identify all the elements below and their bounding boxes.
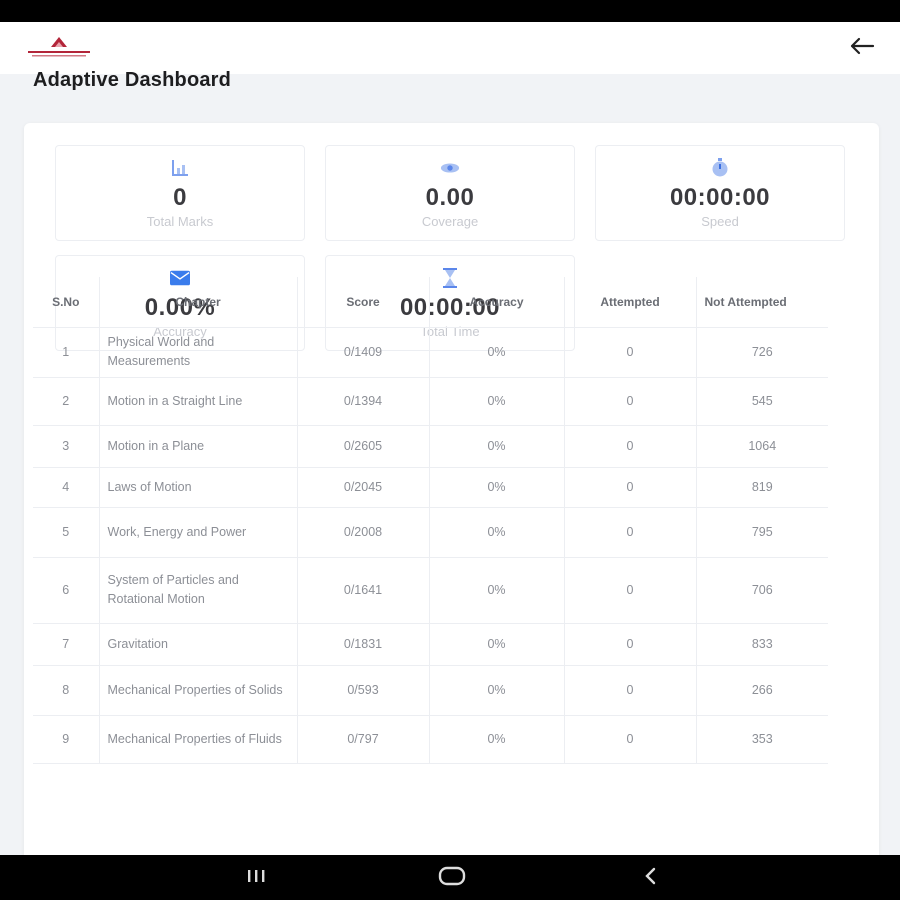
table-row: 9 Mechanical Properties of Fluids 0/797 0% 0… — [33, 715, 828, 764]
cell-chapter: Mechanical Properties of Solids — [99, 665, 298, 716]
stat-label: Total Marks — [146, 214, 214, 229]
stat-coverage: 0.00 Coverage — [325, 145, 575, 241]
home-button[interactable] — [432, 863, 472, 893]
stat-total-marks: 0 Total Marks — [55, 145, 305, 241]
cell-not-attempted: 726 — [696, 327, 828, 378]
table-row: 5 Work, Energy and Power 0/2008 0% 0 795 — [33, 507, 828, 558]
cell-not-attempted: 706 — [696, 557, 828, 624]
cell-accuracy: 0% — [429, 665, 565, 716]
system-back-button[interactable] — [630, 863, 670, 893]
cell-accuracy: 0% — [429, 327, 565, 378]
stat-speed: 00:00:00 Speed — [595, 145, 845, 241]
cell-sno: 6 — [33, 557, 100, 624]
col-sno: S.No — [33, 277, 100, 328]
chapter-table: S.No Chapter Score Accuracy Attempted No… — [33, 277, 828, 764]
cell-sno: 7 — [33, 623, 100, 666]
cell-attempted: 0 — [564, 377, 697, 426]
cell-sno: 4 — [33, 467, 100, 508]
cell-accuracy: 0% — [429, 623, 565, 666]
table-row: 6 System of Particles and Rotational Moti… — [33, 557, 828, 624]
cell-accuracy: 0% — [429, 467, 565, 508]
app-screen: Adaptive Dashboard 0 Total Marks 0.00 Co… — [0, 22, 900, 855]
cell-attempted: 0 — [564, 715, 697, 764]
bar-chart-icon — [170, 158, 190, 178]
cell-accuracy: 0% — [429, 557, 565, 624]
table-header-row: S.No Chapter Score Accuracy Attempted No… — [33, 277, 828, 328]
eye-icon — [440, 158, 460, 178]
back-button[interactable] — [846, 34, 878, 62]
table-row: 1 Physical World and Measurements 0/1409 0%… — [33, 327, 828, 378]
cell-score: 0/2008 — [297, 507, 430, 558]
cell-score: 0/1409 — [297, 327, 430, 378]
cell-accuracy: 0% — [429, 425, 565, 468]
cell-chapter: Mechanical Properties of Fluids — [99, 715, 298, 764]
cell-sno: 1 — [33, 327, 100, 378]
cell-score: 0/1831 — [297, 623, 430, 666]
android-nav-bar — [0, 855, 900, 900]
back-chevron-icon — [642, 866, 658, 891]
stat-value: 0.00 — [425, 184, 475, 211]
cell-score: 0/2605 — [297, 425, 430, 468]
cell-not-attempted: 819 — [696, 467, 828, 508]
cell-score: 0/593 — [297, 665, 430, 716]
status-bar — [0, 0, 900, 22]
cell-chapter: Motion in a Plane — [99, 425, 298, 468]
cell-sno: 3 — [33, 425, 100, 468]
cell-attempted: 0 — [564, 467, 697, 508]
cell-not-attempted: 545 — [696, 377, 828, 426]
cell-sno: 2 — [33, 377, 100, 426]
cell-not-attempted: 266 — [696, 665, 828, 716]
cell-attempted: 0 — [564, 623, 697, 666]
cell-chapter: Physical World and Measurements — [99, 327, 298, 378]
stopwatch-icon — [710, 158, 730, 178]
table-row: 3 Motion in a Plane 0/2605 0% 0 1064 — [33, 425, 828, 468]
cell-sno: 8 — [33, 665, 100, 716]
cell-chapter: System of Particles and Rotational Motio… — [99, 557, 298, 624]
col-attempted: Attempted — [564, 277, 697, 328]
cell-not-attempted: 795 — [696, 507, 828, 558]
cell-accuracy: 0% — [429, 377, 565, 426]
brand-logo[interactable] — [22, 34, 96, 62]
cell-attempted: 0 — [564, 327, 697, 378]
stat-label: Coverage — [421, 214, 479, 229]
table-row: 2 Motion in a Straight Line 0/1394 0% 0 545 — [33, 377, 828, 426]
recents-button[interactable] — [236, 863, 276, 893]
stat-value: 0 — [173, 184, 187, 211]
cell-accuracy: 0% — [429, 715, 565, 764]
cell-chapter: Motion in a Straight Line — [99, 377, 298, 426]
cell-sno: 5 — [33, 507, 100, 558]
table-row: 8 Mechanical Properties of Solids 0/593 0% 0… — [33, 665, 828, 716]
cell-not-attempted: 833 — [696, 623, 828, 666]
cell-not-attempted: 353 — [696, 715, 828, 764]
recents-icon — [244, 868, 268, 889]
col-score: Score — [297, 277, 430, 328]
cell-attempted: 0 — [564, 557, 697, 624]
cell-score: 0/1641 — [297, 557, 430, 624]
cell-attempted: 0 — [564, 665, 697, 716]
table-row: 4 Laws of Motion 0/2045 0% 0 819 — [33, 467, 828, 508]
cell-chapter: Gravitation — [99, 623, 298, 666]
cell-chapter: Laws of Motion — [99, 467, 298, 508]
page-title: Adaptive Dashboard — [33, 69, 232, 91]
arrow-left-icon — [849, 37, 875, 60]
col-chapter: Chapter — [99, 277, 298, 328]
cell-not-attempted: 1064 — [696, 425, 828, 468]
cell-chapter: Work, Energy and Power — [99, 507, 298, 558]
cell-score: 0/797 — [297, 715, 430, 764]
home-icon — [438, 866, 466, 891]
app-header — [0, 22, 900, 74]
cell-sno: 9 — [33, 715, 100, 764]
cell-score: 0/2045 — [297, 467, 430, 508]
stat-label: Speed — [701, 214, 739, 229]
cell-attempted: 0 — [564, 425, 697, 468]
col-not-attempted: Not Attempted — [696, 277, 828, 328]
cell-score: 0/1394 — [297, 377, 430, 426]
cell-attempted: 0 — [564, 507, 697, 558]
cell-accuracy: 0% — [429, 507, 565, 558]
table-row: 7 Gravitation 0/1831 0% 0 833 — [33, 623, 828, 666]
stat-value: 00:00:00 — [669, 184, 771, 211]
col-accuracy: Accuracy — [429, 277, 565, 328]
